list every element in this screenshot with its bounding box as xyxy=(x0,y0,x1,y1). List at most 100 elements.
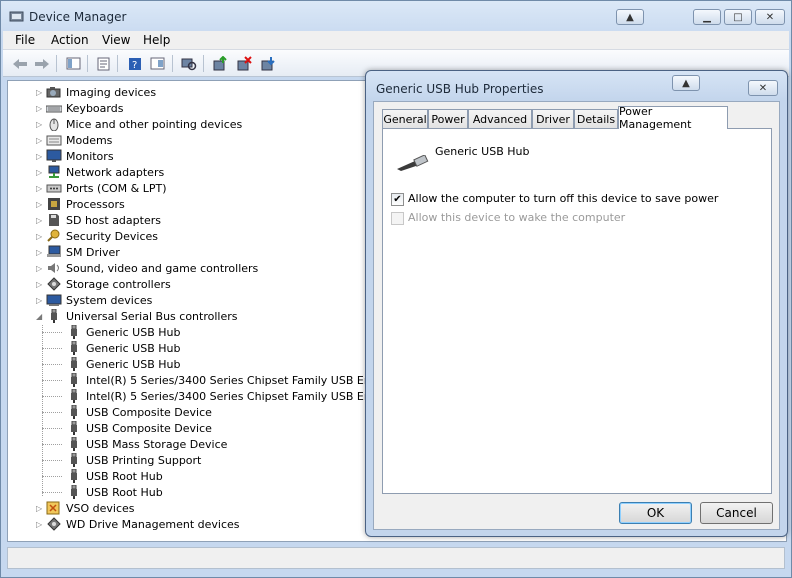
minimize-button[interactable]: ▁ xyxy=(693,9,721,25)
tree-device-row[interactable]: Generic USB Hub xyxy=(42,324,180,340)
device-manager-app-icon xyxy=(9,10,25,24)
forward-arrow-icon[interactable] xyxy=(33,55,50,72)
collapsed-arrow-icon[interactable]: ▷ xyxy=(36,88,46,97)
tree-category-row[interactable]: ◢ Universal Serial Bus controllers xyxy=(36,308,237,324)
usb-icon xyxy=(66,325,82,339)
tree-device-row[interactable]: USB Composite Device xyxy=(42,404,212,420)
tree-category-row[interactable]: ▷ SD host adapters xyxy=(36,212,161,228)
tree-connector-line xyxy=(42,325,43,496)
allow-wake-checkbox[interactable] xyxy=(391,212,404,225)
view-pane-icon[interactable] xyxy=(149,55,166,72)
collapsed-arrow-icon[interactable]: ▷ xyxy=(36,296,46,305)
usb-icon xyxy=(66,485,82,499)
collapsed-arrow-icon[interactable]: ▷ xyxy=(36,280,46,289)
tab-details[interactable]: Details xyxy=(574,109,618,128)
tree-category-row[interactable]: ▷ Modems xyxy=(36,132,112,148)
menu-file[interactable]: File xyxy=(15,33,35,47)
collapsed-arrow-icon[interactable]: ▷ xyxy=(36,120,46,129)
tree-device-row[interactable]: Intel(R) 5 Series/3400 Series Chipset Fa… xyxy=(42,388,411,404)
cancel-button[interactable]: Cancel xyxy=(700,502,773,524)
storage-icon xyxy=(46,277,62,291)
allow-turn-off-label[interactable]: Allow the computer to turn off this devi… xyxy=(408,192,718,205)
tree-category-row[interactable]: ▷ Keyboards xyxy=(36,100,123,116)
power-management-panel: Generic USB Hub ✔ Allow the computer to … xyxy=(382,128,772,494)
tree-connector xyxy=(42,332,62,333)
collapsed-arrow-icon[interactable]: ▷ xyxy=(36,504,46,513)
tree-category-row[interactable]: ▷ Security Devices xyxy=(36,228,158,244)
status-bar xyxy=(7,547,785,569)
collapsed-arrow-icon[interactable]: ▷ xyxy=(36,168,46,177)
tree-category-row[interactable]: ▷ Storage controllers xyxy=(36,276,171,292)
restore-arrow-icon[interactable]: ▲ xyxy=(616,9,644,25)
title-bar[interactable]: Device Manager ▲ ▁ □ ✕ xyxy=(1,1,791,31)
collapsed-arrow-icon[interactable]: ▷ xyxy=(36,248,46,257)
tree-category-row[interactable]: ▷ Monitors xyxy=(36,148,114,164)
menu-view[interactable]: View xyxy=(102,33,130,47)
collapsed-arrow-icon[interactable]: ▷ xyxy=(36,232,46,241)
tree-connector xyxy=(42,492,62,493)
collapsed-arrow-icon[interactable]: ▷ xyxy=(36,216,46,225)
tree-item-label: USB Printing Support xyxy=(86,453,202,467)
collapsed-arrow-icon[interactable]: ▷ xyxy=(36,152,46,161)
tree-device-row[interactable]: USB Composite Device xyxy=(42,420,212,436)
toolbar-separator xyxy=(56,55,57,72)
allow-turn-off-checkbox[interactable]: ✔ xyxy=(391,193,404,206)
uninstall-icon[interactable] xyxy=(235,55,252,72)
tree-category-row[interactable]: ▷ Sound, video and game controllers xyxy=(36,260,258,276)
tab-power[interactable]: Power xyxy=(428,109,468,128)
properties-icon[interactable] xyxy=(95,55,112,72)
help-icon[interactable]: ? xyxy=(126,55,143,72)
collapsed-arrow-icon[interactable]: ▷ xyxy=(36,136,46,145)
system-icon xyxy=(46,293,62,307)
collapsed-arrow-icon[interactable]: ▷ xyxy=(36,264,46,273)
tree-device-row[interactable]: USB Root Hub xyxy=(42,468,163,484)
close-button[interactable]: ✕ xyxy=(755,9,785,25)
tree-category-row[interactable]: ▷ Network adapters xyxy=(36,164,164,180)
menu-help[interactable]: Help xyxy=(143,33,170,47)
speaker-icon xyxy=(46,261,62,275)
tree-item-label: Storage controllers xyxy=(66,277,171,291)
expanded-arrow-icon[interactable]: ◢ xyxy=(36,312,46,321)
collapsed-arrow-icon[interactable]: ▷ xyxy=(36,184,46,193)
dialog-restore-arrow-icon[interactable]: ▲ xyxy=(672,75,700,91)
usb-icon xyxy=(46,309,62,323)
tab-power-management[interactable]: Power Management xyxy=(618,105,728,131)
tree-item-label: System devices xyxy=(66,293,153,307)
tree-connector xyxy=(42,396,62,397)
collapsed-arrow-icon[interactable]: ▷ xyxy=(36,520,46,529)
tree-category-row[interactable]: ▷ Imaging devices xyxy=(36,84,156,100)
ok-button[interactable]: OK xyxy=(619,502,692,524)
tree-item-label: SD host adapters xyxy=(66,213,161,227)
update-driver-icon[interactable] xyxy=(211,55,228,72)
maximize-button[interactable]: □ xyxy=(724,9,752,25)
console-tree-icon[interactable] xyxy=(65,55,82,72)
tree-category-row[interactable]: ▷ Mice and other pointing devices xyxy=(36,116,242,132)
scan-hardware-icon[interactable] xyxy=(180,55,197,72)
tab-advanced[interactable]: Advanced xyxy=(468,109,532,128)
tree-device-row[interactable]: USB Printing Support xyxy=(42,452,202,468)
tree-item-label: Network adapters xyxy=(66,165,165,179)
tree-item-label: Intel(R) 5 Series/3400 Series Chipset Fa… xyxy=(86,373,412,387)
tab-general[interactable]: General xyxy=(382,109,428,128)
tree-category-row[interactable]: ▷ WD Drive Management devices xyxy=(36,516,240,532)
tree-item-label: USB Root Hub xyxy=(86,485,163,499)
tree-device-row[interactable]: Generic USB Hub xyxy=(42,340,180,356)
tree-item-label: USB Composite Device xyxy=(86,405,212,419)
tree-category-row[interactable]: ▷ Processors xyxy=(36,196,125,212)
tree-category-row[interactable]: ▷ System devices xyxy=(36,292,152,308)
tree-device-row[interactable]: USB Root Hub xyxy=(42,484,163,500)
tab-driver[interactable]: Driver xyxy=(532,109,574,128)
tree-category-row[interactable]: ▷ VSO devices xyxy=(36,500,135,516)
tree-device-row[interactable]: USB Mass Storage Device xyxy=(42,436,227,452)
enable-device-icon[interactable] xyxy=(259,55,276,72)
tree-item-label: Security Devices xyxy=(66,229,159,243)
tree-category-row[interactable]: ▷ Ports (COM & LPT) xyxy=(36,180,167,196)
tree-category-row[interactable]: ▷ SM Driver xyxy=(36,244,120,260)
collapsed-arrow-icon[interactable]: ▷ xyxy=(36,200,46,209)
dialog-close-button[interactable]: ✕ xyxy=(748,80,778,96)
collapsed-arrow-icon[interactable]: ▷ xyxy=(36,104,46,113)
tree-device-row[interactable]: Intel(R) 5 Series/3400 Series Chipset Fa… xyxy=(42,372,412,388)
tree-device-row[interactable]: Generic USB Hub xyxy=(42,356,180,372)
back-arrow-icon[interactable] xyxy=(11,55,28,72)
menu-action[interactable]: Action xyxy=(51,33,89,47)
